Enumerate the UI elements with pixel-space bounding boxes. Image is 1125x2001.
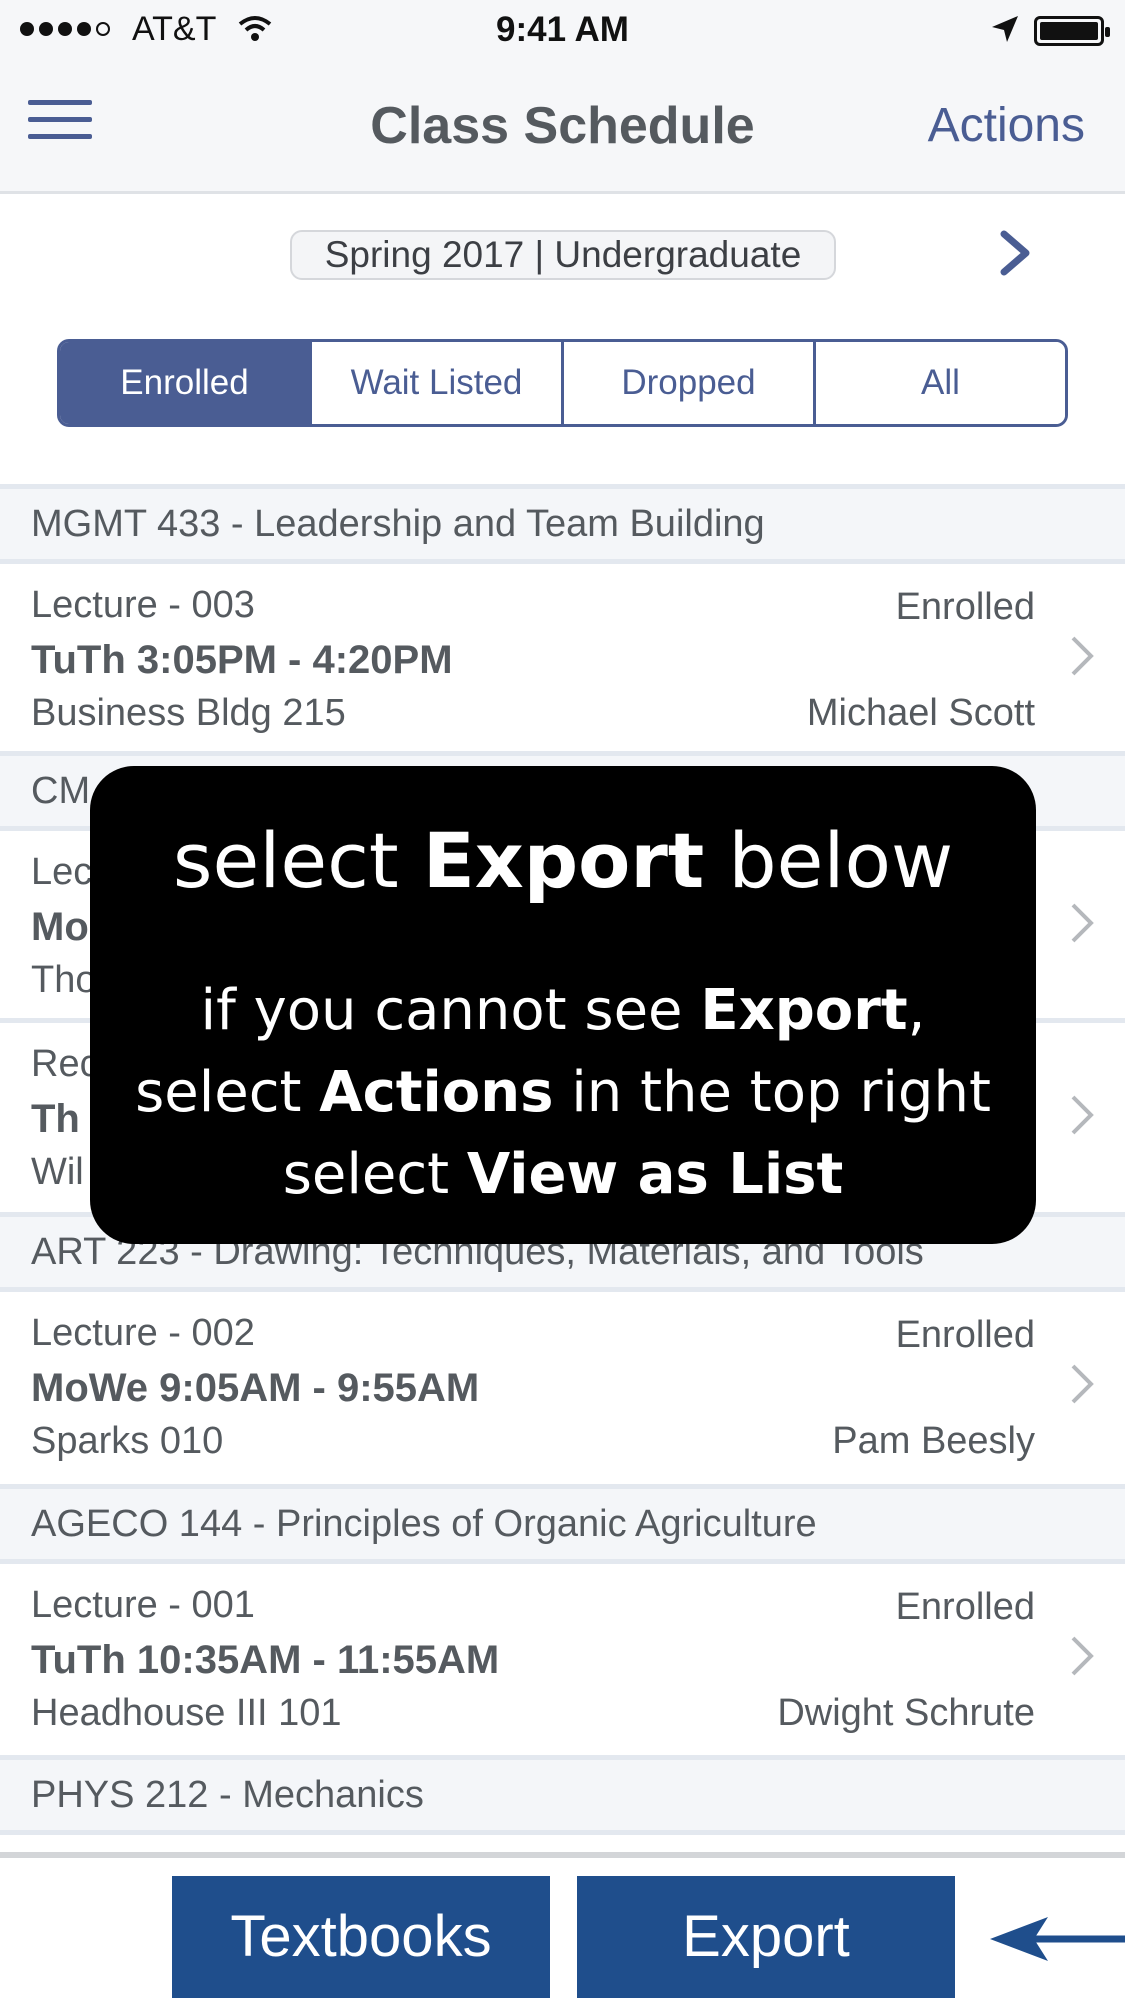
section-component: Lec <box>31 851 93 893</box>
instruction-overlay: select Export below if you cannot see Ex… <box>90 766 1036 1244</box>
section-room: Headhouse III 101 <box>31 1692 342 1734</box>
overlay-message: if you cannot see Export, select Actions… <box>135 978 991 1207</box>
chevron-right-icon[interactable] <box>996 228 1036 278</box>
textbooks-button[interactable]: Textbooks <box>172 1876 550 1998</box>
section-row[interactable]: Lecture - 002 MoWe 9:05AM - 9:55AM Spark… <box>0 1292 1125 1479</box>
arrow-left-icon <box>990 1917 1125 1961</box>
tab-all[interactable]: All <box>816 342 1065 424</box>
chevron-right-icon <box>1071 1636 1094 1676</box>
section-status: Enrolled <box>895 586 1035 628</box>
section-room: Business Bldg 215 <box>31 692 346 734</box>
section-status: Enrolled <box>895 1586 1035 1628</box>
navigation-bar: Class Schedule Actions <box>0 62 1125 194</box>
tab-wait-listed[interactable]: Wait Listed <box>312 342 564 424</box>
chevron-right-icon <box>1071 636 1094 676</box>
chevron-right-icon <box>1071 1095 1094 1135</box>
section-instructor: Pam Beesly <box>832 1420 1035 1462</box>
export-button[interactable]: Export <box>577 1876 955 1998</box>
tab-enrolled[interactable]: Enrolled <box>60 342 312 424</box>
tab-dropped[interactable]: Dropped <box>564 342 816 424</box>
section-room: Wil <box>31 1151 84 1193</box>
section-row[interactable]: Lecture - 003 TuTh 3:05PM - 4:20PM Busin… <box>0 564 1125 751</box>
section-component: Rec <box>31 1043 99 1085</box>
battery-icon <box>1034 16 1110 46</box>
section-meeting-time: TuTh 10:35AM - 11:55AM <box>31 1638 500 1682</box>
section-instructor: Michael Scott <box>806 692 1035 734</box>
section-meeting-time: Th <box>31 1097 80 1141</box>
actions-button[interactable]: Actions <box>928 98 1085 153</box>
course-header: MGMT 433 - Leadership and Team Building <box>0 484 1125 564</box>
overlay-headline: select Export below <box>172 816 954 905</box>
section-component: Lecture - 002 <box>31 1312 255 1354</box>
section-meeting-time: Mo <box>31 905 89 949</box>
section-component: Lecture - 003 <box>31 584 255 626</box>
section-component: Lecture - 001 <box>31 1584 255 1626</box>
course-header: AGECO 144 - Principles of Organic Agricu… <box>0 1484 1125 1564</box>
location-arrow-icon <box>992 16 1018 42</box>
section-meeting-time: TuTh 3:05PM - 4:20PM <box>31 638 453 682</box>
enrollment-filter-tabs: Enrolled Wait Listed Dropped All <box>57 339 1068 427</box>
section-instructor: Dwight Schrute <box>777 1692 1035 1734</box>
status-time: 9:41 AM <box>496 10 629 49</box>
section-room: Sparks 010 <box>31 1420 224 1462</box>
bottom-toolbar: Textbooks Export <box>0 1852 1125 2001</box>
chevron-right-icon <box>1071 903 1094 943</box>
term-selector[interactable]: Spring 2017 | Undergraduate <box>290 230 836 280</box>
section-room: Tho <box>31 959 97 1001</box>
chevron-right-icon <box>1071 1364 1094 1404</box>
section-row[interactable]: Lecture - 001 TuTh 10:35AM - 11:55AM Hea… <box>0 1564 1125 1751</box>
course-header: PHYS 212 - Mechanics <box>0 1755 1125 1835</box>
section-status: Enrolled <box>895 1314 1035 1356</box>
status-bar: AT&T 9:41 AM <box>0 0 1125 62</box>
section-meeting-time: MoWe 9:05AM - 9:55AM <box>31 1366 480 1410</box>
